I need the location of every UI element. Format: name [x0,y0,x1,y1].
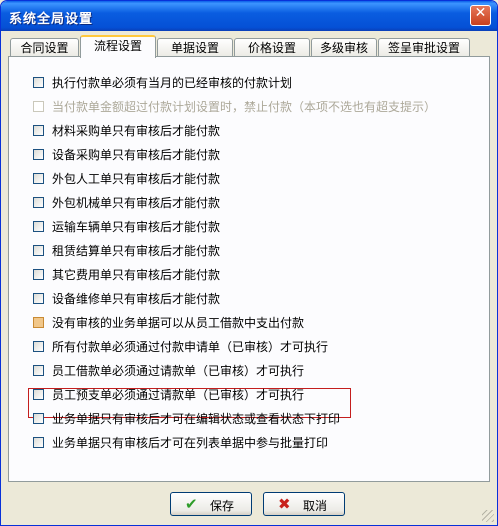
option-label: 外包人工单只有审核后才能付款 [52,172,221,186]
option-label: 运输车辆单只有审核后才能付款 [52,220,221,234]
checkbox[interactable] [33,437,44,448]
checkbox[interactable] [33,149,44,160]
cancel-button[interactable]: ✖ 取消 [263,492,345,516]
option-label: 所有付款单必须通过付款申请单（已审核）才可执行 [52,340,329,354]
save-button[interactable]: ✔ 保存 [170,492,252,516]
option-label: 业务单据只有审核后才可在编辑状态或查看状态下打印 [52,412,341,426]
process-settings-panel: 执行付款单必须有当月的已经审核的付款计划 当付款单金额超过付款计划设置时，禁止付… [8,56,490,482]
option-label: 设备采购单只有审核后才能付款 [52,148,221,162]
checkbox[interactable] [33,221,44,232]
checkbox[interactable] [33,317,44,328]
tab-contract-settings[interactable]: 合同设置 [10,38,79,56]
option-label: 租赁结算单只有审核后才能付款 [52,244,221,258]
checkbox[interactable] [33,269,44,280]
tab-process-settings[interactable]: 流程设置 [80,35,156,58]
checkbox[interactable] [33,173,44,184]
resize-grip[interactable] [482,510,494,522]
check-icon: ✔ [185,495,198,513]
tab-bar: 合同设置 流程设置 单据设置 价格设置 多级审核 签呈审批设置 [8,35,492,58]
checkbox[interactable] [33,197,44,208]
x-icon: ✖ [278,495,291,513]
option-label: 设备维修单只有审核后才能付款 [52,292,221,306]
tab-price-settings[interactable]: 价格设置 [234,38,310,56]
option-label: 业务单据只有审核后才可在列表单据中参与批量打印 [52,436,329,450]
option-label: 没有审核的业务单据可以从员工借款中支出付款 [52,316,305,330]
checkbox-disabled [33,101,44,112]
cancel-label: 取消 [303,499,328,513]
checkbox[interactable] [33,365,44,376]
option-label: 执行付款单必须有当月的已经审核的付款计划 [52,76,293,90]
save-label: 保存 [210,499,235,513]
checkbox[interactable] [33,413,44,424]
checkbox[interactable] [33,341,44,352]
tab-approval-settings[interactable]: 签呈审批设置 [378,38,470,56]
checkbox[interactable] [33,125,44,136]
close-icon: ✕ [474,5,487,21]
tab-document-settings[interactable]: 单据设置 [157,38,233,56]
checkbox[interactable] [33,293,44,304]
settings-dialog: 系统全局设置 ✕ 合同设置 流程设置 单据设置 价格设置 多级审核 签呈审批设置… [0,0,498,526]
tab-multilevel-review[interactable]: 多级审核 [311,38,377,56]
option-label: 材料采购单只有审核后才能付款 [52,124,221,138]
checkbox[interactable] [33,389,44,400]
option-label: 其它费用单只有审核后才能付款 [52,268,221,282]
option-label: 员工借款单必须通过请款单（已审核）才可执行 [52,364,305,378]
close-button[interactable]: ✕ [470,5,491,26]
checkbox[interactable] [33,245,44,256]
checkbox[interactable] [33,77,44,88]
window-title: 系统全局设置 [9,12,94,27]
option-label: 外包机械单只有审核后才能付款 [52,196,221,210]
title-bar[interactable]: 系统全局设置 ✕ [1,1,497,31]
option-label: 员工预支单必须通过请款单（已审核）才可执行 [52,388,305,402]
option-label: 当付款单金额超过付款计划设置时，禁止付款（本项不选也有超支提示） [52,100,437,114]
